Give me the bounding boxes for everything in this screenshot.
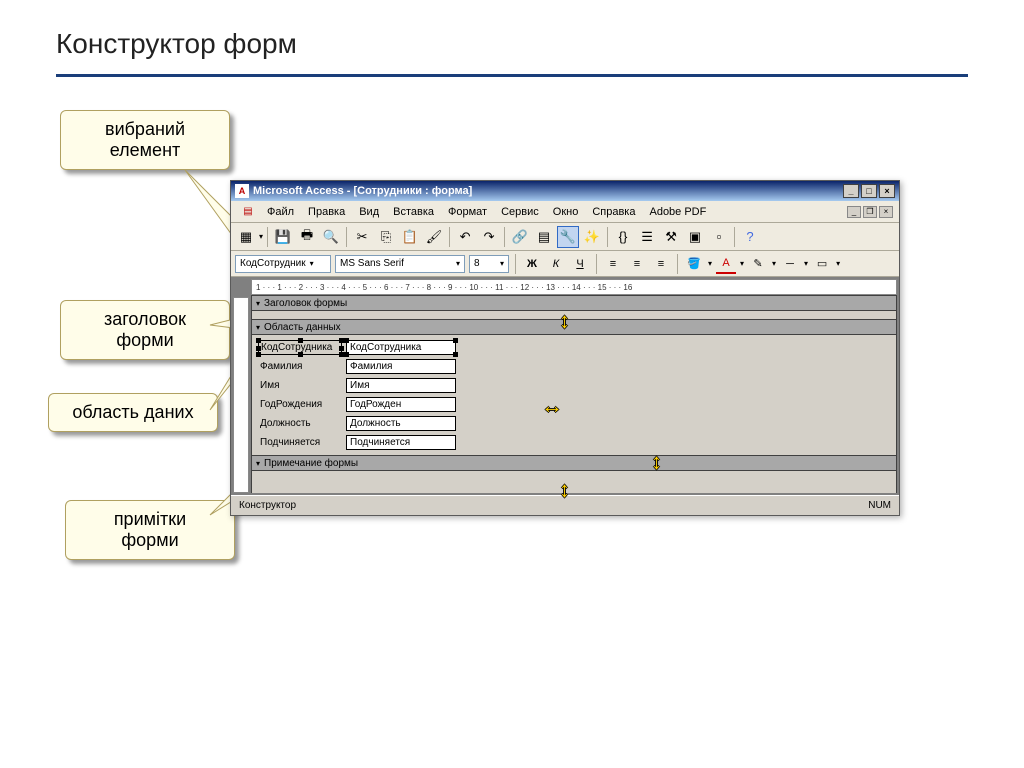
- close-button[interactable]: ×: [879, 184, 895, 198]
- build-icon[interactable]: ⚒: [660, 226, 682, 248]
- menu-adobe[interactable]: Adobe PDF: [643, 204, 712, 220]
- app-icon: A: [235, 184, 249, 198]
- preview-icon[interactable]: 🔍: [320, 226, 342, 248]
- control-familiya[interactable]: Фамилия: [346, 359, 456, 374]
- control-godrozhdeniya[interactable]: ГодРожден: [346, 397, 456, 412]
- section-detail-body[interactable]: КодСотрудника КодСотрудника Фамилия Фамил…: [251, 335, 897, 455]
- db-window-icon[interactable]: ▣: [684, 226, 706, 248]
- label-godrozhdeniya[interactable]: ГодРождения: [258, 398, 342, 411]
- label-kodsotrudnika[interactable]: КодСотрудника: [258, 340, 342, 355]
- help-icon[interactable]: ?: [739, 226, 761, 248]
- align-right-icon[interactable]: ≡: [651, 254, 671, 274]
- align-center-icon[interactable]: ≡: [627, 254, 647, 274]
- menu-edit[interactable]: Правка: [302, 204, 351, 220]
- menu-service[interactable]: Сервис: [495, 204, 545, 220]
- menubar: ▤ Файл Правка Вид Вставка Формат Сервис …: [231, 201, 899, 223]
- redo-icon[interactable]: ↷: [478, 226, 500, 248]
- doc-restore[interactable]: ❐: [863, 206, 877, 218]
- menu-window[interactable]: Окно: [547, 204, 585, 220]
- new-object-icon[interactable]: ▫: [708, 226, 730, 248]
- menu-file[interactable]: Файл: [261, 204, 300, 220]
- status-num: NUM: [868, 500, 891, 511]
- effect-icon[interactable]: ▭: [812, 254, 832, 274]
- callout-data-area: область даних: [48, 393, 218, 432]
- paste-icon[interactable]: 📋: [399, 226, 421, 248]
- control-dolzhnost[interactable]: Должность: [346, 416, 456, 431]
- toolbar-standard: ▦▾ 💾 🖶 🔍 ✂ ⎘ 📋 🖌 ↶ ↷ 🔗 ▤ 🔧 ✨ {} ☰ ⚒ ▣ ▫ …: [231, 223, 899, 251]
- line-width-icon[interactable]: ─: [780, 254, 800, 274]
- status-mode: Конструктор: [239, 500, 296, 511]
- italic-button[interactable]: К: [546, 254, 566, 274]
- title-rule: [56, 74, 968, 77]
- section-detail[interactable]: Область данных: [251, 319, 897, 335]
- label-podchinyaetsya[interactable]: Подчиняется: [258, 436, 342, 449]
- control-podchinyaetsya[interactable]: Подчиняется: [346, 435, 456, 450]
- callout-selected-element: вибраний елемент: [60, 110, 230, 170]
- copy-icon[interactable]: ⎘: [375, 226, 397, 248]
- hyperlink-icon[interactable]: 🔗: [509, 226, 531, 248]
- ruler-vertical: [233, 297, 249, 493]
- maximize-button[interactable]: □: [861, 184, 877, 198]
- font-color-icon[interactable]: A: [716, 254, 736, 274]
- menu-help[interactable]: Справка: [586, 204, 641, 220]
- cut-icon[interactable]: ✂: [351, 226, 373, 248]
- section-form-footer[interactable]: Примечание формы: [251, 455, 897, 471]
- control-kodsotrudnika[interactable]: КодСотрудника: [346, 340, 456, 355]
- object-combo[interactable]: КодСотрудник▾: [235, 255, 331, 273]
- size-combo[interactable]: 8▾: [469, 255, 509, 273]
- print-icon[interactable]: 🖶: [296, 226, 318, 248]
- align-left-icon[interactable]: ≡: [603, 254, 623, 274]
- menu-insert[interactable]: Вставка: [387, 204, 440, 220]
- control-imya[interactable]: Имя: [346, 378, 456, 393]
- callout-form-notes: примітки форми: [65, 500, 235, 560]
- control-icon[interactable]: ▤: [237, 201, 259, 223]
- menu-format[interactable]: Формат: [442, 204, 493, 220]
- ruler-horizontal: 1 · · · 1 · · · 2 · · · 3 · · · 4 · · · …: [251, 279, 897, 295]
- statusbar: Конструктор NUM: [231, 495, 899, 515]
- section-form-footer-body[interactable]: [251, 471, 897, 493]
- view-icon[interactable]: ▦: [235, 226, 257, 248]
- underline-button[interactable]: Ч: [570, 254, 590, 274]
- autoformat-icon[interactable]: ✨: [581, 226, 603, 248]
- label-imya[interactable]: Имя: [258, 379, 342, 392]
- fill-color-icon[interactable]: 🪣: [684, 254, 704, 274]
- format-painter-icon[interactable]: 🖌: [423, 226, 445, 248]
- callout-form-header: заголовок форми: [60, 300, 230, 360]
- properties-icon[interactable]: ☰: [636, 226, 658, 248]
- field-list-icon[interactable]: ▤: [533, 226, 555, 248]
- toolbox-icon[interactable]: 🔧: [557, 226, 579, 248]
- minimize-button[interactable]: _: [843, 184, 859, 198]
- titlebar[interactable]: A Microsoft Access - [Сотрудники : форма…: [231, 181, 899, 201]
- doc-minimize[interactable]: _: [847, 206, 861, 218]
- design-surface: 1 · · · 1 · · · 2 · · · 3 · · · 4 · · · …: [231, 277, 899, 495]
- menu-view[interactable]: Вид: [353, 204, 385, 220]
- section-form-header-body[interactable]: [251, 311, 897, 319]
- code-icon[interactable]: {}: [612, 226, 634, 248]
- label-dolzhnost[interactable]: Должность: [258, 417, 342, 430]
- bold-button[interactable]: Ж: [522, 254, 542, 274]
- font-combo[interactable]: MS Sans Serif▾: [335, 255, 465, 273]
- toolbar-format: КодСотрудник▾ MS Sans Serif▾ 8▾ Ж К Ч ≡ …: [231, 251, 899, 277]
- line-color-icon[interactable]: ✎: [748, 254, 768, 274]
- access-window: A Microsoft Access - [Сотрудники : форма…: [230, 180, 900, 516]
- label-familiya[interactable]: Фамилия: [258, 360, 342, 373]
- save-icon[interactable]: 💾: [272, 226, 294, 248]
- undo-icon[interactable]: ↶: [454, 226, 476, 248]
- section-form-header[interactable]: Заголовок формы: [251, 295, 897, 311]
- slide-title: Конструктор форм: [0, 0, 1024, 68]
- doc-close[interactable]: ×: [879, 206, 893, 218]
- window-title: Microsoft Access - [Сотрудники : форма]: [253, 185, 843, 197]
